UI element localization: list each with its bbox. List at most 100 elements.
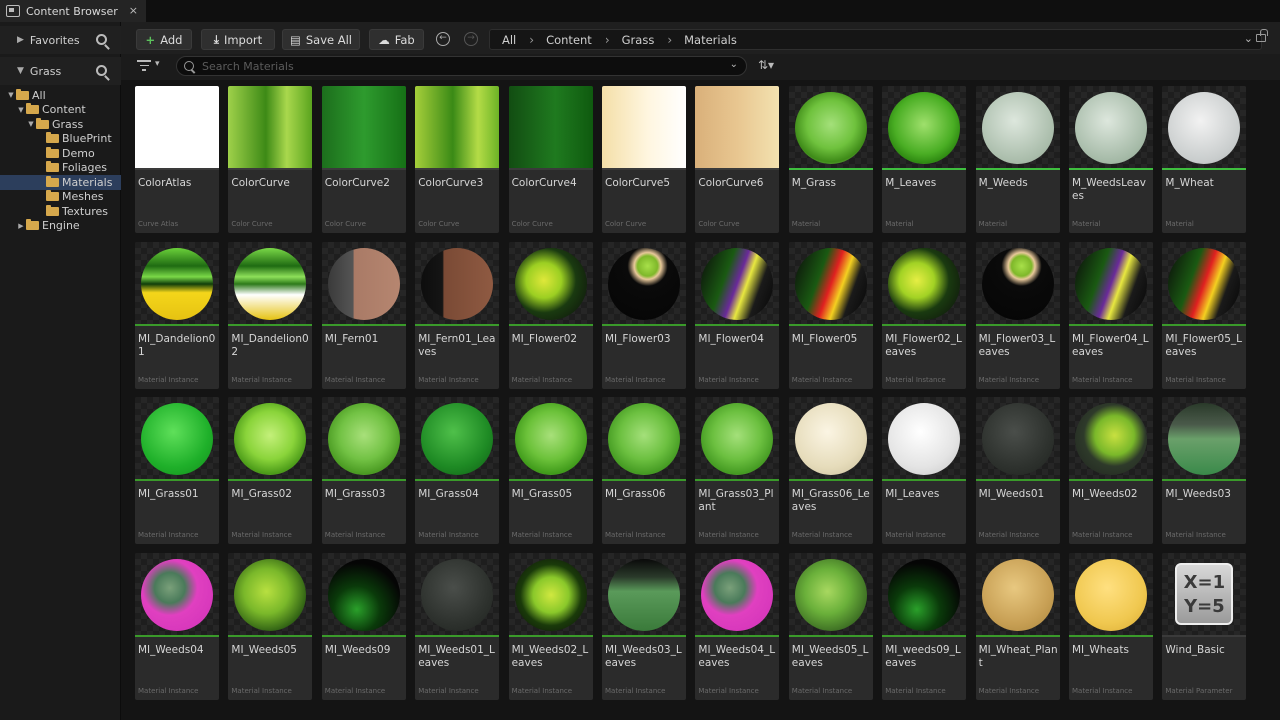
chevron-right-icon[interactable]: › (667, 33, 672, 47)
asset-tile[interactable]: ColorCurve5 Color Curve (602, 86, 686, 233)
search-icon[interactable] (96, 65, 107, 76)
close-icon[interactable]: × (129, 4, 138, 17)
chevron-down-icon[interactable]: ▼ (16, 106, 26, 114)
asset-tile[interactable]: MI_Wheat_Plant Material Instance (975, 552, 1060, 700)
asset-tile[interactable]: MI_Weeds02 Material Instance (1069, 397, 1153, 544)
tree-item-engine[interactable]: ▶ Engine (0, 219, 121, 234)
asset-tile[interactable]: MI_Flower02 Material Instance (508, 241, 593, 389)
asset-thumbnail (695, 86, 780, 168)
asset-tile[interactable]: MI_Weeds02_Leaves Material Instance (508, 552, 593, 700)
asset-tile[interactable]: MI_Flower03 Material Instance (602, 241, 686, 389)
asset-tile[interactable]: MI_Weeds03 Material Instance (1162, 397, 1247, 544)
asset-tile[interactable]: M_Wheat Material (1162, 86, 1247, 233)
search-icon[interactable] (96, 34, 107, 45)
asset-tile[interactable]: MI_Grass03 Material Instance (321, 397, 406, 544)
asset-tile[interactable]: ColorCurve3 Color Curve (415, 86, 500, 233)
chevron-down-icon[interactable]: ⌄ (730, 59, 738, 70)
tree-item-demo[interactable]: Demo (0, 146, 121, 161)
breadcrumb-item[interactable]: Materials (684, 33, 737, 47)
chevron-down-icon[interactable]: ⌄ (1244, 32, 1253, 45)
asset-tile[interactable]: MI_Leaves Material Instance (882, 397, 967, 544)
asset-tile[interactable]: MI_Flower05_Leaves Material Instance (1162, 241, 1247, 389)
import-button[interactable]: ⤓ Import (201, 29, 275, 50)
asset-tile[interactable]: MI_weeds09_Leaves Material Instance (882, 552, 967, 700)
asset-type: Material Instance (1165, 531, 1226, 539)
asset-tile[interactable]: ColorCurve Color Curve (228, 86, 313, 233)
search-input[interactable]: Search Materials ⌄ (176, 56, 747, 76)
asset-tile[interactable]: MI_Flower05 Material Instance (788, 241, 873, 389)
filter-icon[interactable] (137, 60, 151, 72)
fab-icon: ☁ (378, 32, 390, 47)
asset-thumbnail (321, 552, 406, 635)
tree-item-meshes[interactable]: Meshes (0, 190, 121, 205)
asset-tile[interactable]: MI_Weeds09 Material Instance (321, 552, 406, 700)
asset-tile[interactable]: MI_Grass05 Material Instance (508, 397, 593, 544)
breadcrumb[interactable]: All › Content › Grass › Materials ⌄ (489, 29, 1262, 50)
asset-type: Material Instance (324, 686, 386, 695)
asset-tile[interactable]: MI_Wheats Material Instance (1069, 552, 1153, 700)
asset-tile[interactable]: M_WeedsLeaves Material (1069, 86, 1153, 233)
chevron-down-icon[interactable]: ▾ (155, 59, 160, 69)
asset-tile[interactable]: MI_Weeds01 Material Instance (975, 397, 1060, 544)
asset-tile[interactable]: MI_Flower04_Leaves Material Instance (1069, 241, 1153, 389)
fab-button[interactable]: ☁ Fab (369, 29, 424, 50)
asset-type: Material Instance (511, 531, 573, 539)
asset-tile[interactable]: MI_Grass06 Material Instance (602, 397, 686, 544)
asset-type-bar (135, 634, 219, 637)
asset-tile[interactable]: ColorCurve4 Color Curve (508, 86, 593, 233)
chevron-down-icon[interactable]: ▼ (6, 91, 16, 99)
asset-tile[interactable]: MI_Weeds04_Leaves Material Instance (695, 552, 780, 700)
asset-tile[interactable]: MI_Dandelion02 Material Instance (228, 241, 313, 389)
chevron-right-icon[interactable]: ▶ (16, 222, 26, 230)
asset-tile[interactable]: M_Grass Material (788, 86, 873, 233)
breadcrumb-item[interactable]: Grass (622, 33, 655, 47)
tree-item-content[interactable]: ▼ Content (0, 103, 121, 118)
chevron-right-icon[interactable]: › (605, 33, 610, 47)
tree-item-textures[interactable]: Textures (0, 204, 121, 219)
tree-item-blueprint[interactable]: BluePrint (0, 132, 121, 147)
asset-thumbnail (415, 397, 500, 479)
asset-type-bar (508, 168, 593, 170)
asset-tile[interactable]: X=1 Y=5 Wind_Basic Material Parameter (1162, 552, 1247, 700)
asset-tile[interactable]: MI_Grass04 Material Instance (415, 397, 500, 544)
asset-tile[interactable]: MI_Weeds05 Material Instance (228, 552, 313, 700)
asset-type: Material Instance (605, 686, 666, 695)
chevron-down-icon[interactable]: ▼ (26, 120, 36, 128)
asset-tile[interactable]: MI_Grass02 Material Instance (228, 397, 313, 544)
asset-tile[interactable]: MI_Dandelion01 Material Instance (135, 241, 219, 389)
asset-type: Material Instance (885, 686, 946, 695)
lock-icon[interactable] (1256, 29, 1268, 42)
asset-tile[interactable]: MI_Flower03_Leaves Material Instance (975, 241, 1060, 389)
forward-icon[interactable]: → (464, 32, 478, 46)
tree-item-foliages[interactable]: Foliages (0, 161, 121, 176)
tree-item-materials[interactable]: Materials (0, 175, 121, 190)
tab-content-browser[interactable]: Content Browser × (0, 0, 146, 22)
asset-tile[interactable]: MI_Weeds03_Leaves Material Instance (602, 552, 686, 700)
grass-header[interactable]: ▼ Grass (0, 57, 121, 85)
asset-tile[interactable]: MI_Grass01 Material Instance (135, 397, 219, 544)
asset-tile[interactable]: ColorCurve6 Color Curve (695, 86, 780, 233)
asset-tile[interactable]: M_Weeds Material (975, 86, 1060, 233)
tree-item-grass[interactable]: ▼ Grass (0, 117, 121, 132)
asset-tile[interactable]: MI_Weeds01_Leaves Material Instance (415, 552, 500, 700)
favorites-header[interactable]: ▶ Favorites (0, 26, 121, 54)
back-icon[interactable]: ← (436, 32, 450, 46)
breadcrumb-item[interactable]: Content (546, 33, 592, 47)
asset-tile[interactable]: MI_Weeds04 Material Instance (135, 552, 219, 700)
asset-tile[interactable]: MI_Fern01_Leaves Material Instance (415, 241, 500, 389)
asset-tile[interactable]: MI_Flower02_Leaves Material Instance (882, 241, 967, 389)
asset-tile[interactable]: MI_Grass06_Leaves Material Instance (788, 397, 873, 544)
asset-tile[interactable]: MI_Flower04 Material Instance (695, 241, 780, 389)
asset-tile[interactable]: MI_Fern01 Material Instance (321, 241, 406, 389)
sort-icon[interactable]: ⇅▾ (758, 58, 774, 72)
asset-tile[interactable]: MI_Weeds05_Leaves Material Instance (788, 552, 873, 700)
add-button[interactable]: + Add (136, 29, 192, 50)
chevron-right-icon[interactable]: › (529, 33, 534, 47)
asset-tile[interactable]: M_Leaves Material (882, 86, 967, 233)
breadcrumb-item[interactable]: All (502, 33, 516, 47)
save-all-button[interactable]: ▤ Save All (282, 29, 360, 50)
tree-item-all[interactable]: ▼ All (0, 88, 121, 103)
asset-tile[interactable]: MI_Grass03_Plant Material Instance (695, 397, 780, 544)
asset-tile[interactable]: ColorCurve2 Color Curve (321, 86, 406, 233)
asset-tile[interactable]: ColorAtlas Curve Atlas (135, 86, 219, 233)
